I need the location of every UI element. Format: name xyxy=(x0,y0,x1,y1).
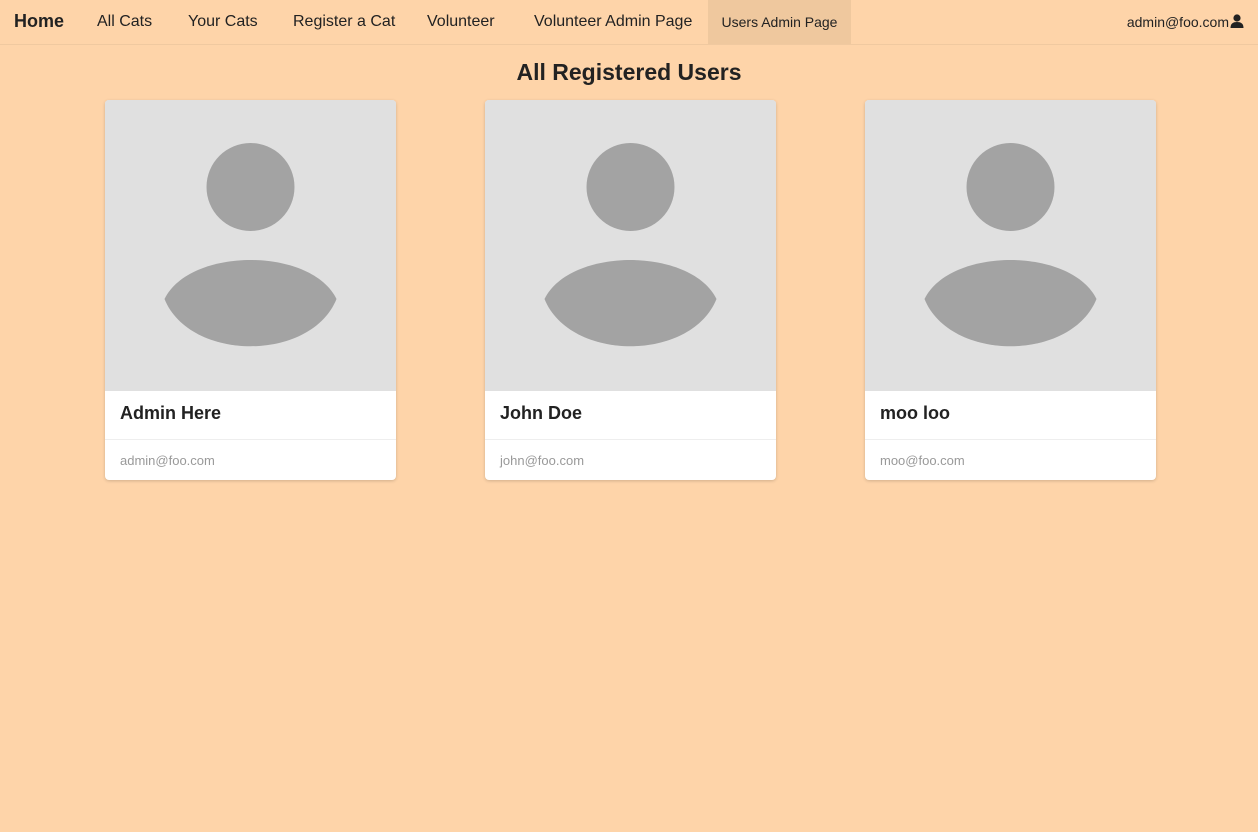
user-name: Admin Here xyxy=(120,403,222,423)
card-divider xyxy=(485,439,776,440)
user-email: moo@foo.com xyxy=(880,453,965,468)
card-divider xyxy=(105,439,396,440)
user-icon xyxy=(1230,14,1244,28)
avatar-placeholder-icon xyxy=(105,100,396,391)
user-card[interactable]: John Doe john@foo.com xyxy=(485,100,776,480)
nav-your-cats-link[interactable]: Your Cats xyxy=(188,0,258,44)
nav-user-email: admin@foo.com xyxy=(1126,14,1229,30)
user-card[interactable]: Admin Here admin@foo.com xyxy=(105,100,396,480)
page-title: All Registered Users xyxy=(516,59,742,85)
avatar-placeholder-icon xyxy=(865,100,1156,391)
user-name: moo loo xyxy=(880,403,950,423)
nav-volunteer-link[interactable]: Volunteer xyxy=(427,0,495,44)
user-name: John Doe xyxy=(500,403,583,423)
nav-all-cats-link[interactable]: All Cats xyxy=(97,0,152,44)
user-email: admin@foo.com xyxy=(120,453,215,468)
user-card[interactable]: moo loo moo@foo.com xyxy=(865,100,1156,480)
top-navbar: Home All Cats Your Cats Register a Cat V… xyxy=(0,0,1258,45)
nav-home-link[interactable]: Home xyxy=(14,0,64,44)
user-email: john@foo.com xyxy=(500,453,585,468)
nav-users-admin-link[interactable]: Users Admin Page xyxy=(708,0,851,44)
nav-user-menu[interactable]: admin@foo.com xyxy=(1127,0,1244,44)
avatar-placeholder-icon xyxy=(485,100,776,391)
nav-register-cat-link[interactable]: Register a Cat xyxy=(293,0,395,44)
nav-volunteer-admin-link[interactable]: Volunteer Admin Page xyxy=(534,0,692,44)
card-divider xyxy=(865,439,1156,440)
